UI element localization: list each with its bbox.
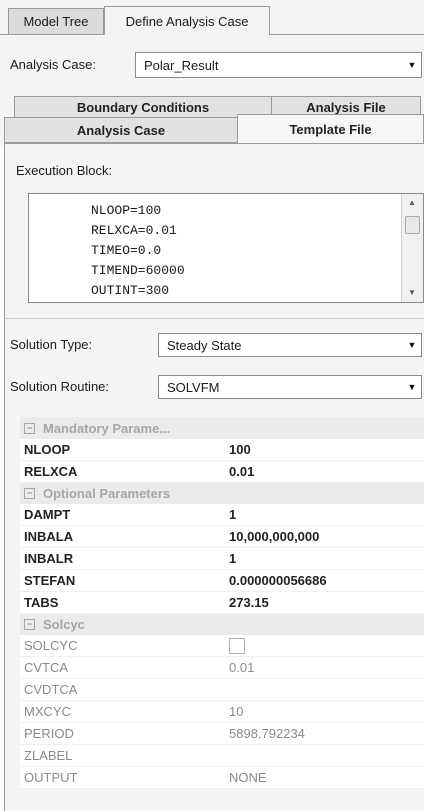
code-line: TIMEO=0.0 — [91, 243, 162, 258]
solution-routine-label: Solution Routine: — [10, 379, 110, 394]
property-key: STEFAN — [24, 573, 76, 588]
property-key: PERIOD — [24, 726, 74, 741]
analysis-case-select[interactable]: Polar_Result ▼ — [135, 52, 422, 78]
section-optional-parameters[interactable]: − Optional Parameters — [20, 483, 424, 504]
code-line: OUTINT=300 — [91, 283, 170, 298]
property-grid: − Mandatory Parame... NLOOP 100 RELXCA 0.0… — [20, 417, 424, 789]
property-row[interactable]: RELXCA 0.01 — [20, 461, 424, 483]
property-value[interactable]: 10 — [223, 704, 424, 719]
property-row[interactable]: CVDTCA — [20, 679, 424, 701]
property-key: OUTPUT — [24, 770, 78, 785]
property-value[interactable]: 0.01 — [223, 464, 424, 479]
property-row[interactable]: SOLCYC — [20, 635, 424, 657]
scrollbar-thumb[interactable] — [405, 216, 420, 234]
property-row[interactable]: STEFAN 0.000000056686 — [20, 570, 424, 592]
code-line: RELXCA=0.01 — [91, 223, 177, 238]
analysis-case-label: Analysis Case: — [10, 57, 96, 72]
tab-analysis-case[interactable]: Analysis Case — [4, 117, 238, 143]
property-value[interactable]: NONE — [223, 770, 424, 785]
property-value[interactable]: 273.15 — [223, 595, 424, 610]
tab-template-file[interactable]: Template File — [237, 114, 424, 144]
code-line: TIMEND=60000 — [91, 263, 185, 278]
collapse-icon[interactable]: − — [24, 488, 35, 499]
property-key: SOLCYC — [24, 638, 78, 653]
property-row[interactable]: NLOOP 100 — [20, 439, 424, 461]
property-key: TABS — [24, 595, 59, 610]
property-row[interactable]: DAMPT 1 — [20, 504, 424, 526]
execution-block-textarea[interactable]: NLOOP=100 RELXCA=0.01 TIMEO=0.0 TIMEND=6… — [28, 193, 424, 303]
chevron-down-icon: ▼ — [407, 60, 417, 70]
chevron-down-icon: ▼ — [407, 382, 417, 392]
property-key: INBALR — [24, 551, 74, 566]
section-title: Solcyc — [43, 617, 85, 632]
property-value[interactable]: 0.01 — [223, 660, 424, 675]
property-row[interactable]: PERIOD 5898.792234 — [20, 723, 424, 745]
property-value[interactable]: 100 — [223, 442, 424, 457]
property-key: INBALA — [24, 529, 74, 544]
solution-routine-value: SOLVFM — [167, 379, 220, 395]
property-row[interactable]: CVTCA 0.01 — [20, 657, 424, 679]
execution-block-label: Execution Block: — [16, 163, 113, 178]
code-line: NLOOP=100 — [91, 203, 162, 218]
section-title: Mandatory Parame... — [43, 420, 171, 436]
property-key: ZLABEL — [24, 748, 73, 763]
property-value[interactable]: 1 — [223, 507, 424, 522]
property-key: MXCYC — [24, 704, 71, 719]
tab-define-analysis-case[interactable]: Define Analysis Case — [104, 6, 270, 35]
property-row[interactable]: INBALA 10,000,000,000 — [20, 526, 424, 548]
property-row[interactable]: OUTPUT NONE — [20, 767, 424, 789]
property-value[interactable]: 1 — [223, 551, 424, 566]
analysis-case-value: Polar_Result — [144, 57, 219, 73]
property-row[interactable]: ZLABEL — [20, 745, 424, 767]
section-mandatory-parameters[interactable]: − Mandatory Parame... — [20, 417, 424, 439]
property-value[interactable]: 10,000,000,000 — [223, 529, 424, 544]
property-key: DAMPT — [24, 507, 71, 522]
property-value[interactable]: 5898.792234 — [223, 726, 424, 741]
scroll-down-icon[interactable]: ▼ — [408, 288, 416, 297]
divider — [4, 318, 424, 319]
solution-type-select[interactable]: Steady State ▼ — [158, 333, 422, 357]
property-value[interactable] — [223, 637, 424, 654]
property-value[interactable]: 0.000000056686 — [223, 573, 424, 588]
property-key: RELXCA — [24, 464, 78, 479]
property-key: CVDTCA — [24, 682, 78, 697]
property-row[interactable]: INBALR 1 — [20, 548, 424, 570]
solution-type-value: Steady State — [167, 337, 242, 353]
collapse-icon[interactable]: − — [24, 422, 35, 434]
tab-model-tree[interactable]: Model Tree — [8, 8, 104, 34]
property-key: CVTCA — [24, 660, 69, 675]
collapse-icon[interactable]: − — [24, 619, 35, 630]
section-solcyc[interactable]: − Solcyc — [20, 614, 424, 635]
scrollbar[interactable]: ▲ ▼ — [401, 194, 423, 302]
section-title: Optional Parameters — [43, 486, 171, 501]
tab-boundary-conditions[interactable]: Boundary Conditions — [14, 96, 272, 118]
property-row[interactable]: TABS 273.15 — [20, 592, 424, 614]
solution-type-label: Solution Type: — [10, 337, 93, 352]
solution-routine-select[interactable]: SOLVFM ▼ — [158, 375, 422, 399]
chevron-down-icon: ▼ — [407, 340, 417, 350]
scroll-up-icon[interactable]: ▲ — [408, 198, 416, 207]
solcyc-checkbox[interactable] — [229, 637, 245, 654]
property-key: NLOOP — [24, 442, 71, 457]
property-row[interactable]: MXCYC 10 — [20, 701, 424, 723]
